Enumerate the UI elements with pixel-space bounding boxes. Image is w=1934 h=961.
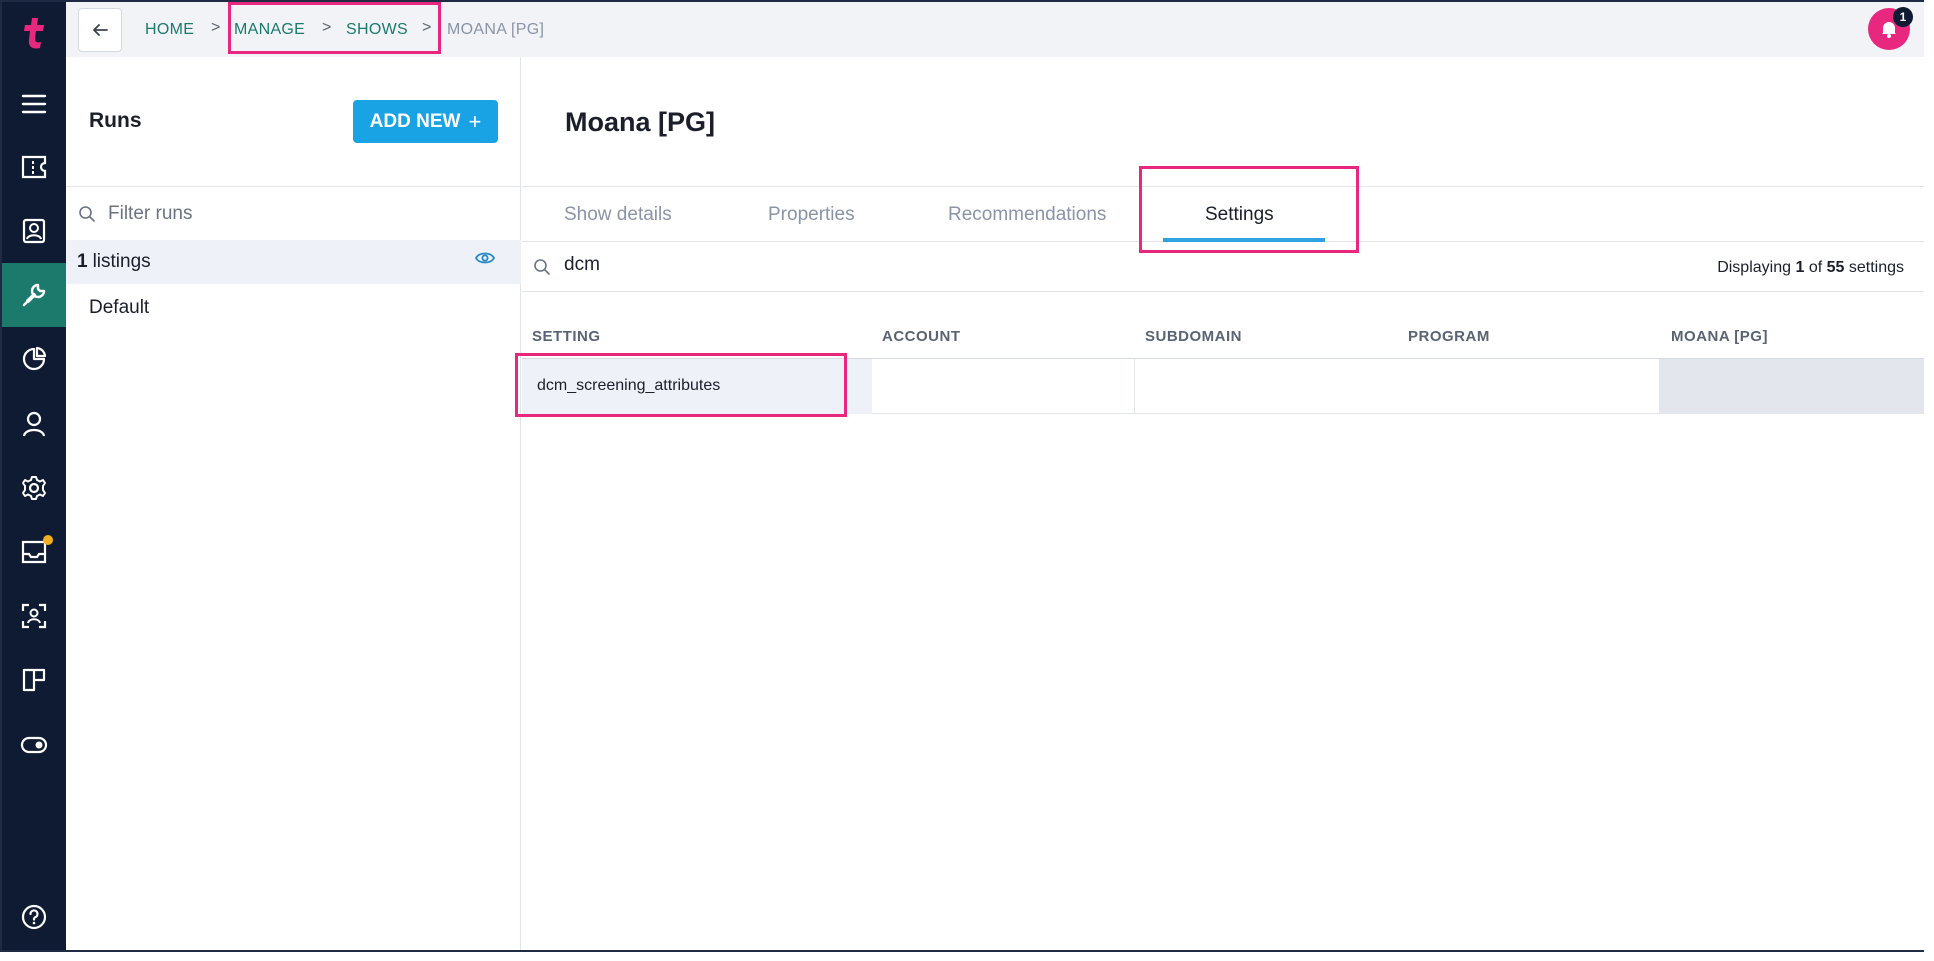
- display-shown: 1: [1795, 259, 1805, 276]
- page-title: Moana [PG]: [565, 107, 716, 137]
- column-account: ACCOUNT: [882, 328, 961, 345]
- ticket-icon[interactable]: [2, 135, 66, 199]
- table-row[interactable]: dcm_screening_attributes: [515, 353, 1924, 417]
- board-icon[interactable]: [2, 648, 66, 712]
- runs-panel: Runs ADD NEW + 1 listings Default: [66, 57, 521, 950]
- moana-value-cell[interactable]: [1659, 359, 1924, 414]
- menu-icon[interactable]: [2, 72, 66, 136]
- app-window: HOME > MANAGE > SHOWS > MOANA [PG] 1 Run…: [0, 0, 1934, 961]
- listings-label: listings: [92, 251, 151, 272]
- display-of: of: [1808, 259, 1823, 276]
- plus-icon: +: [468, 108, 482, 134]
- listings-row[interactable]: 1 listings: [66, 240, 521, 284]
- column-subdomain: SUBDOMAIN: [1145, 328, 1242, 345]
- tab-recommendations[interactable]: Recommendations: [948, 204, 1106, 226]
- display-count-text: Displaying 1 of 55 settings: [1717, 259, 1904, 277]
- notification-dot: [43, 535, 53, 545]
- settings-search-bar: Displaying 1 of 55 settings: [522, 242, 1924, 292]
- toggle-icon[interactable]: [2, 713, 66, 777]
- tab-show-details[interactable]: Show details: [564, 204, 672, 226]
- add-new-label: ADD NEW: [369, 110, 461, 132]
- notification-count-badge: 1: [1893, 7, 1913, 27]
- search-icon: [79, 205, 95, 222]
- filter-runs-field[interactable]: [66, 186, 521, 240]
- tab-properties[interactable]: Properties: [768, 204, 855, 226]
- main-content: Moana [PG] Show details Properties Recom…: [515, 57, 1924, 950]
- contact-card-icon[interactable]: [2, 199, 66, 263]
- runs-title: Runs: [89, 109, 142, 132]
- search-icon: [534, 259, 550, 275]
- cell-divider: [1134, 359, 1135, 414]
- arrow-left-icon: [93, 24, 108, 36]
- run-default-item[interactable]: Default: [89, 297, 149, 319]
- gear-icon[interactable]: [2, 456, 66, 520]
- add-new-button[interactable]: ADD NEW +: [353, 100, 498, 143]
- inbox-icon[interactable]: [2, 520, 66, 584]
- breadcrumb-current: MOANA [PG]: [447, 21, 545, 38]
- top-bar: HOME > MANAGE > SHOWS > MOANA [PG] 1: [66, 2, 1924, 57]
- help-icon[interactable]: [2, 885, 66, 949]
- column-setting: SETTING: [532, 328, 601, 345]
- breadcrumb-home[interactable]: HOME: [145, 21, 194, 39]
- column-program: PROGRAM: [1408, 328, 1490, 345]
- filter-runs-input[interactable]: [108, 202, 468, 225]
- face-scan-icon[interactable]: [2, 584, 66, 648]
- display-suffix: settings: [1848, 259, 1904, 276]
- display-prefix: Displaying: [1717, 259, 1791, 276]
- back-button[interactable]: [78, 8, 122, 52]
- app-logo-icon[interactable]: [2, 2, 66, 64]
- pie-chart-icon[interactable]: [2, 327, 66, 391]
- settings-tab-highlight-box: [1139, 166, 1359, 253]
- eye-icon[interactable]: [475, 251, 495, 265]
- column-moana: MOANA [PG]: [1671, 328, 1768, 345]
- display-total: 55: [1826, 259, 1845, 276]
- tools-icon[interactable]: [2, 263, 66, 327]
- user-icon[interactable]: [2, 392, 66, 456]
- left-rail: [2, 2, 66, 950]
- listings-count: 1: [77, 251, 88, 272]
- settings-search-input[interactable]: [564, 254, 964, 276]
- setting-row-highlight-box: [515, 353, 847, 417]
- breadcrumb-highlight-box: [228, 2, 441, 54]
- breadcrumb-separator: >: [211, 19, 221, 36]
- notifications-button[interactable]: 1: [1868, 7, 1913, 50]
